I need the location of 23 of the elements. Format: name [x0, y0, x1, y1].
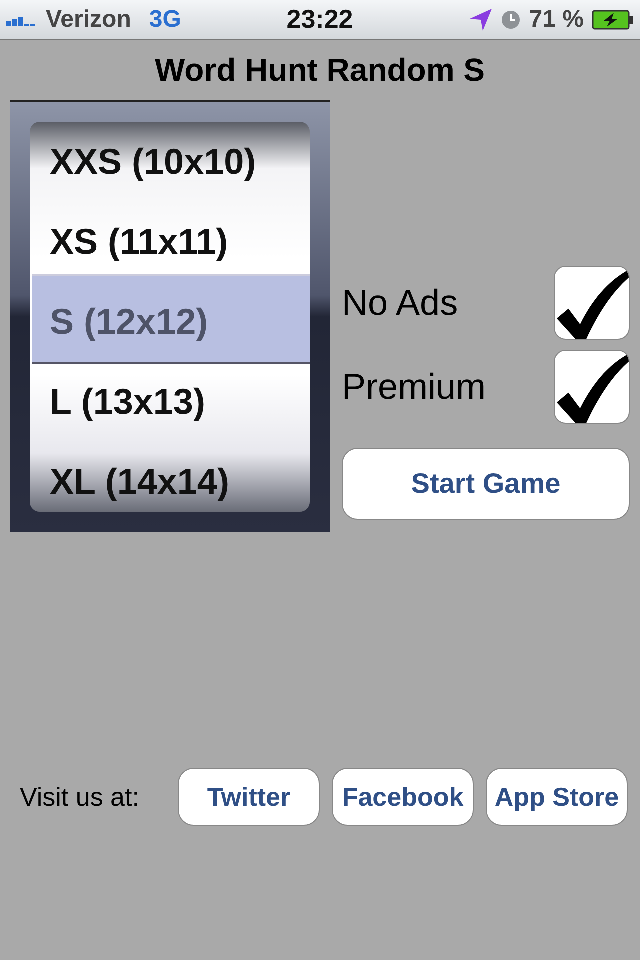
link-button[interactable]: Twitter — [178, 768, 320, 826]
picker-option[interactable]: XS (11x11) — [50, 202, 310, 282]
battery-percent: 71 % — [529, 6, 584, 34]
battery-charging-icon — [592, 10, 634, 30]
link-button[interactable]: Facebook — [332, 768, 474, 826]
location-arrow-icon — [469, 8, 494, 32]
picker-option[interactable]: S (12x12) — [50, 282, 310, 362]
network-type: 3G — [149, 6, 182, 34]
picker-option[interactable]: L (13x13) — [50, 362, 310, 442]
size-picker[interactable]: XXS (10x10) XS (11x11) S (12x12) L (13x13) XL (14x14) — [10, 100, 330, 532]
option-label: Premium — [342, 366, 486, 408]
link-button[interactable]: App Store — [486, 768, 628, 826]
picker-option[interactable]: XL (14x14) — [50, 442, 310, 512]
screen-title: Word Hunt Random S — [154, 51, 486, 90]
checkbox[interactable] — [554, 266, 630, 340]
picker-option[interactable]: XXS (10x10) — [50, 122, 310, 202]
start-game-button[interactable]: Start Game — [342, 448, 630, 520]
clock-icon — [501, 10, 522, 30]
checkbox[interactable] — [554, 350, 630, 424]
clock-time: 23:22 — [286, 4, 354, 35]
visit-label: Visit us at: — [20, 782, 140, 812]
carrier-name: Verizon — [46, 6, 132, 34]
option-label: No Ads — [342, 282, 458, 324]
